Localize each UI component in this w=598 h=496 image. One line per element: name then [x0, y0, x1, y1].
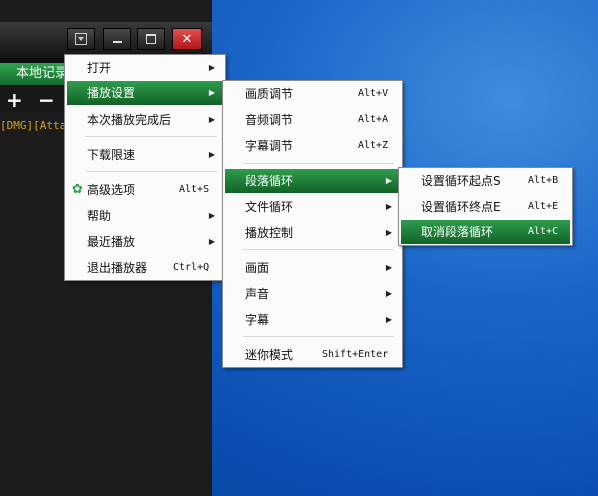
minimize-icon: [112, 41, 122, 43]
menu-item-video-adjust[interactable]: 画质调节 Alt+V: [225, 82, 400, 106]
menu-item-shortcut: Shift+Enter: [322, 349, 389, 360]
menu-item-label: 高级选项: [87, 183, 136, 197]
menu-dropdown-button[interactable]: [67, 28, 95, 50]
menu-item-label: 最近播放: [87, 235, 136, 249]
menu-item-shortcut: Alt+A: [358, 114, 389, 125]
menu-item-label: 画质调节: [245, 87, 294, 101]
ab-loop-submenu: 设置循环起点S Alt+B 设置循环终点E Alt+E 取消段落循环 Alt+C: [398, 167, 573, 246]
menu-item-recent[interactable]: 最近播放 ▶: [67, 230, 223, 254]
playlist-item[interactable]: [DMG][Atta: [0, 119, 66, 132]
menu-item-download-limit[interactable]: 下载限速 ▶: [67, 143, 223, 167]
submenu-arrow-icon: ▶: [385, 228, 392, 237]
submenu-arrow-icon: ▶: [385, 263, 392, 272]
remove-button[interactable]: −: [38, 89, 55, 111]
menu-item-label: 字幕: [245, 313, 270, 327]
menu-item-sound[interactable]: 声音 ▶: [225, 282, 400, 306]
menu-item-label: 迷你模式: [245, 348, 294, 362]
menu-item-mini-mode[interactable]: 迷你模式 Shift+Enter: [225, 343, 400, 367]
menu-separator: [243, 249, 394, 250]
main-context-menu: 打开 ▶ 播放设置 ▶ 本次播放完成后 ▶ 下载限速 ▶ ✿ 高级选项 Alt+…: [64, 54, 226, 281]
menu-item-label: 段落循环: [245, 174, 294, 188]
menu-item-label: 播放设置: [87, 86, 136, 100]
menu-item-audio-adjust[interactable]: 音频调节 Alt+A: [225, 108, 400, 132]
menu-separator: [85, 171, 217, 172]
submenu-arrow-icon: ▶: [385, 315, 392, 324]
maximize-icon: [146, 34, 156, 44]
menu-item-open[interactable]: 打开 ▶: [67, 56, 223, 80]
menu-item-label: 取消段落循环: [421, 225, 494, 239]
menu-item-label: 文件循环: [245, 200, 294, 214]
submenu-arrow-icon: ▶: [208, 150, 215, 159]
menu-item-label: 设置循环终点E: [421, 200, 501, 214]
menu-item-shortcut: Alt+V: [358, 88, 389, 99]
menu-item-shortcut: Alt+E: [528, 201, 559, 212]
menu-item-label: 帮助: [87, 209, 112, 223]
playback-settings-submenu: 画质调节 Alt+V 音频调节 Alt+A 字幕调节 Alt+Z 段落循环 ▶ …: [222, 80, 403, 368]
submenu-arrow-icon: ▶: [385, 289, 392, 298]
menu-item-shortcut: Alt+C: [528, 226, 559, 237]
close-button[interactable]: ✕: [172, 28, 202, 50]
add-button[interactable]: +: [6, 89, 23, 111]
dropdown-square-icon: [75, 33, 87, 45]
submenu-arrow-icon: ▶: [208, 115, 215, 124]
menu-item-subtitle[interactable]: 字幕 ▶: [225, 308, 400, 332]
menu-separator: [85, 136, 217, 137]
menu-separator: [243, 336, 394, 337]
submenu-arrow-icon: ▶: [208, 237, 215, 246]
menu-item-shortcut: Alt+Z: [358, 140, 389, 151]
submenu-arrow-icon: ▶: [385, 176, 392, 185]
close-icon: ✕: [181, 31, 193, 47]
menu-item-shortcut: Alt+B: [528, 175, 559, 186]
menu-item-label: 本次播放完成后: [87, 113, 172, 127]
submenu-arrow-icon: ▶: [208, 63, 215, 72]
menu-item-label: 字幕调节: [245, 139, 294, 153]
submenu-arrow-icon: ▶: [208, 211, 215, 220]
menu-item-label: 下载限速: [87, 148, 136, 162]
minimize-button[interactable]: [103, 28, 131, 50]
submenu-arrow-icon: ▶: [208, 88, 215, 97]
menu-item-playback-settings[interactable]: 播放设置 ▶: [67, 81, 223, 105]
tab-local-history[interactable]: 本地记录: [0, 63, 70, 85]
menu-item-exit[interactable]: 退出播放器 Ctrl+Q: [67, 256, 223, 280]
menu-item-picture[interactable]: 画面 ▶: [225, 256, 400, 280]
menu-item-help[interactable]: 帮助 ▶: [67, 204, 223, 228]
menu-item-playback-control[interactable]: 播放控制 ▶: [225, 221, 400, 245]
menu-item-after-playback[interactable]: 本次播放完成后 ▶: [67, 108, 223, 132]
menu-item-set-loop-end[interactable]: 设置循环终点E Alt+E: [401, 195, 570, 219]
menu-item-cancel-loop[interactable]: 取消段落循环 Alt+C: [401, 220, 570, 244]
menu-item-advanced-options[interactable]: ✿ 高级选项 Alt+S: [67, 178, 223, 202]
menu-item-subtitle-adjust[interactable]: 字幕调节 Alt+Z: [225, 134, 400, 158]
gear-icon: ✿: [72, 182, 83, 197]
menu-item-shortcut: Ctrl+Q: [173, 262, 210, 273]
menu-item-shortcut: Alt+S: [179, 184, 210, 195]
menu-item-set-loop-start[interactable]: 设置循环起点S Alt+B: [401, 169, 570, 193]
menu-item-ab-loop[interactable]: 段落循环 ▶: [225, 169, 400, 193]
maximize-button[interactable]: [137, 28, 165, 50]
menu-item-label: 播放控制: [245, 226, 294, 240]
menu-item-label: 退出播放器: [87, 261, 148, 275]
menu-item-label: 设置循环起点S: [421, 174, 501, 188]
menu-item-label: 音频调节: [245, 113, 294, 127]
menu-item-label: 画面: [245, 261, 270, 275]
submenu-arrow-icon: ▶: [385, 202, 392, 211]
menu-separator: [243, 163, 394, 164]
menu-item-file-loop[interactable]: 文件循环 ▶: [225, 195, 400, 219]
menu-item-label: 打开: [87, 61, 112, 75]
menu-item-label: 声音: [245, 287, 270, 301]
